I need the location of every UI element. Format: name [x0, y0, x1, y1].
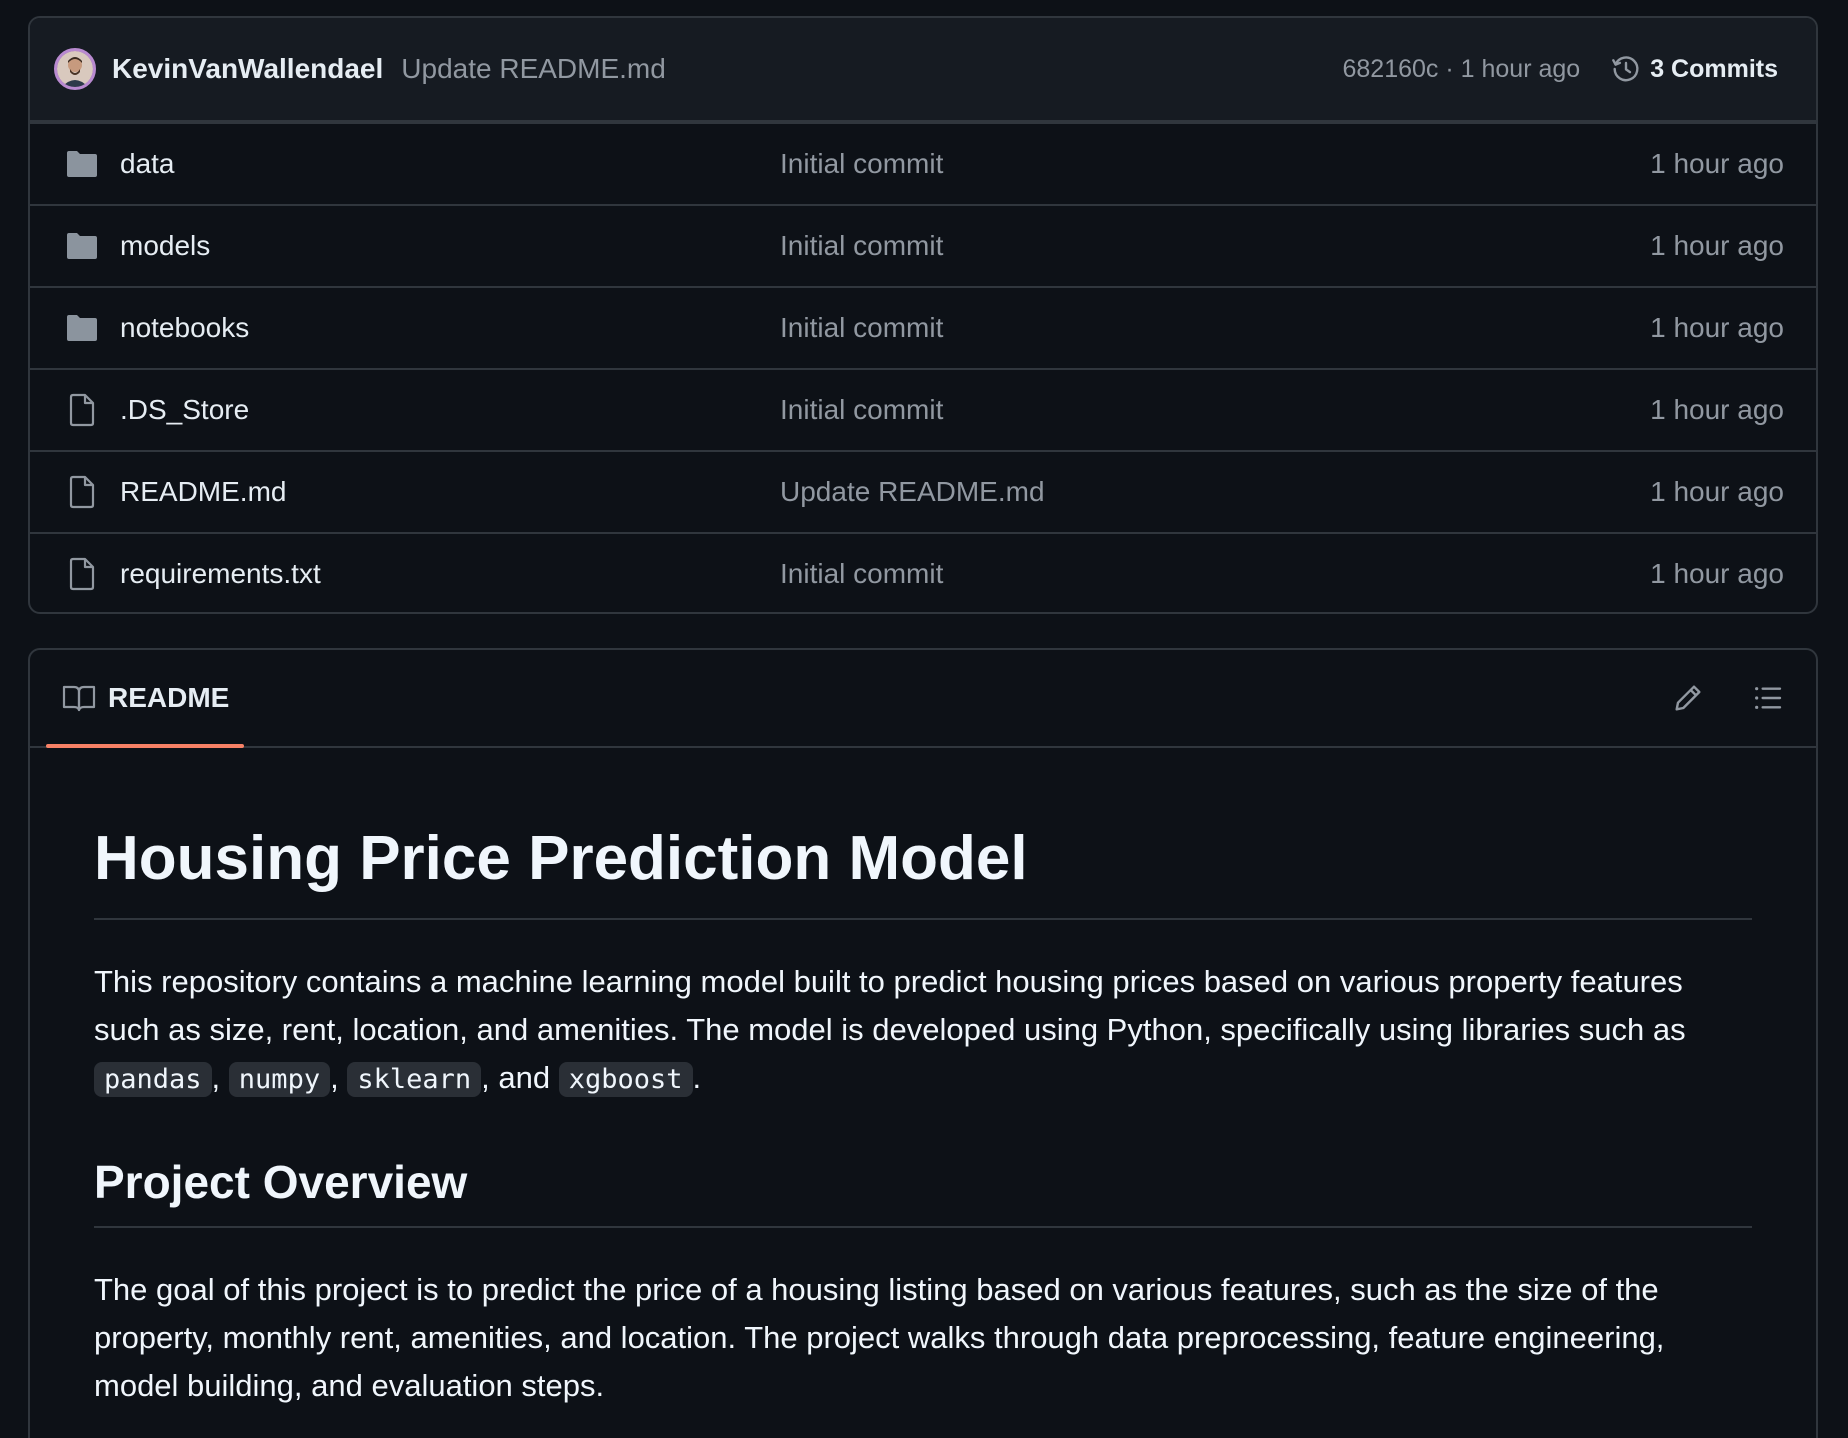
avatar-icon: [57, 51, 93, 87]
file-name[interactable]: models: [120, 230, 780, 262]
and-separator: , and: [481, 1060, 551, 1096]
author-avatar[interactable]: [54, 48, 96, 90]
file-name[interactable]: data: [120, 148, 780, 180]
file-row-requirements[interactable]: requirements.txt Initial commit 1 hour a…: [30, 532, 1816, 612]
file-commit-message[interactable]: Initial commit: [780, 558, 1650, 590]
library-numpy: numpy: [228, 1062, 331, 1098]
file-name[interactable]: notebooks: [120, 312, 780, 344]
intro-text: This repository contains a machine learn…: [94, 964, 1686, 1048]
pencil-icon: [1675, 685, 1701, 711]
file-row-readme[interactable]: README.md Update README.md 1 hour ago: [30, 450, 1816, 532]
commit-meta[interactable]: 682160c · 1 hour ago: [1343, 55, 1581, 84]
file-updated-time: 1 hour ago: [1650, 230, 1784, 261]
file-name[interactable]: requirements.txt: [120, 558, 780, 590]
file-commit-message[interactable]: Initial commit: [780, 394, 1650, 426]
history-icon: [1612, 56, 1639, 82]
file-row-data[interactable]: data Initial commit 1 hour ago: [30, 122, 1816, 204]
active-tab-indicator: [46, 744, 244, 748]
repo-page: KevinVanWallendael Update README.md 6821…: [0, 0, 1848, 1438]
file-icon: [62, 554, 102, 594]
file-updated-time: 1 hour ago: [1650, 476, 1784, 507]
tab-readme[interactable]: README: [62, 650, 229, 746]
file-commit-message[interactable]: Update README.md: [780, 476, 1650, 508]
commit-message[interactable]: Update README.md: [401, 53, 666, 85]
period: .: [692, 1060, 702, 1096]
commits-history-link[interactable]: 3 Commits: [1610, 53, 1778, 85]
folder-icon: [62, 226, 102, 266]
file-row-models[interactable]: models Initial commit 1 hour ago: [30, 204, 1816, 286]
file-commit-message[interactable]: Initial commit: [780, 148, 1650, 180]
readme-intro-paragraph: This repository contains a machine learn…: [94, 958, 1752, 1104]
folder-icon: [62, 308, 102, 348]
readme-actions: [1670, 680, 1786, 716]
file-row-ds-store[interactable]: .DS_Store Initial commit 1 hour ago: [30, 368, 1816, 450]
folder-icon: [62, 144, 102, 184]
library-pandas: pandas: [94, 1062, 212, 1098]
latest-commit-bar: KevinVanWallendael Update README.md 6821…: [30, 18, 1816, 122]
file-updated-time: 1 hour ago: [1650, 148, 1784, 179]
file-name[interactable]: .DS_Store: [120, 394, 780, 426]
readme-content: Housing Price Prediction Model This repo…: [30, 822, 1816, 1410]
file-updated-time: 1 hour ago: [1650, 312, 1784, 343]
overview-paragraph: The goal of this project is to predict t…: [94, 1271, 1665, 1403]
file-icon: [62, 390, 102, 430]
commit-author[interactable]: KevinVanWallendael: [112, 53, 383, 85]
file-updated-time: 1 hour ago: [1650, 394, 1784, 425]
library-sklearn: sklearn: [347, 1062, 482, 1098]
overview-heading: Project Overview: [94, 1154, 1752, 1228]
file-commit-message[interactable]: Initial commit: [780, 230, 1650, 262]
file-name[interactable]: README.md: [120, 476, 780, 508]
edit-readme-button[interactable]: [1670, 680, 1706, 716]
book-icon: [62, 685, 96, 712]
readme-title: Housing Price Prediction Model: [94, 822, 1752, 921]
file-browser: KevinVanWallendael Update README.md 6821…: [28, 16, 1818, 614]
library-xgboost: xgboost: [558, 1062, 693, 1098]
file-updated-time: 1 hour ago: [1650, 558, 1784, 589]
file-commit-message[interactable]: Initial commit: [780, 312, 1650, 344]
comma-separator: ,: [211, 1060, 221, 1096]
comma-separator: ,: [330, 1060, 339, 1096]
readme-header: README: [30, 650, 1816, 748]
list-icon: [1755, 687, 1782, 709]
outline-button[interactable]: [1750, 680, 1786, 716]
commits-count-label: 3 Commits: [1650, 54, 1778, 83]
file-row-notebooks[interactable]: notebooks Initial commit 1 hour ago: [30, 286, 1816, 368]
file-icon: [62, 472, 102, 512]
readme-panel: README Housing Price Prediction Model Th…: [28, 648, 1818, 1438]
readme-tab-label: README: [108, 682, 230, 713]
